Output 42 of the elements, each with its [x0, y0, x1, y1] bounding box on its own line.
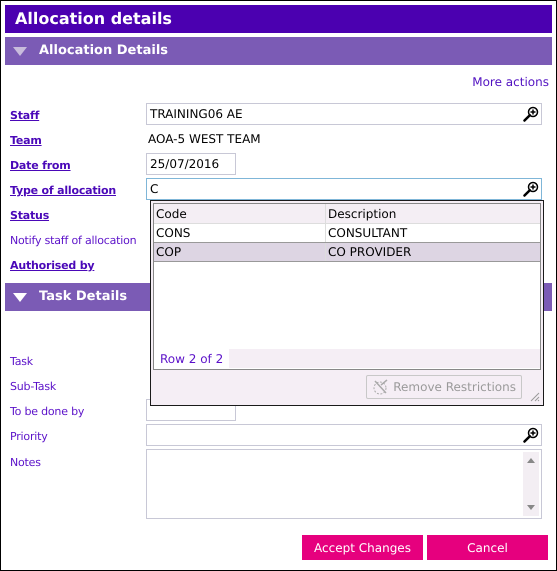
section-header[interactable]: Allocation Details — [5, 37, 552, 65]
field-label: To be done by — [10, 405, 84, 418]
notes-field[interactable] — [146, 449, 542, 519]
title-bar: Allocation details — [5, 5, 552, 33]
field-label[interactable]: Date from — [10, 159, 71, 172]
no-filter-icon — [372, 378, 390, 394]
field-label: Sub-Task — [10, 380, 56, 393]
table-row[interactable]: COP CO PROVIDER — [154, 243, 540, 262]
table-cell: COP — [154, 243, 326, 261]
field-label[interactable]: Team — [10, 134, 42, 147]
lookup-field[interactable]: TRAINING06 AE — [146, 103, 542, 125]
scroll-up-icon[interactable] — [527, 458, 535, 463]
table-cell: CONS — [154, 224, 326, 242]
more-actions-link[interactable]: More actions — [472, 73, 549, 91]
field-label: Notify staff of allocation — [10, 234, 136, 247]
search-icon[interactable] — [523, 427, 539, 443]
resize-grip-icon[interactable] — [528, 390, 540, 402]
field-label[interactable]: Staff — [10, 109, 40, 122]
search-icon[interactable] — [523, 181, 539, 197]
table-cell-text: CONSULTANT — [327, 225, 408, 242]
accept-button[interactable]: Accept Changes — [302, 535, 423, 560]
field-label[interactable]: Authorised by — [10, 259, 94, 272]
scrollbar[interactable] — [523, 452, 539, 516]
row-count: Row 2 of 2 — [154, 349, 229, 368]
field-label[interactable]: Type of allocation — [10, 184, 116, 197]
table-row[interactable]: CONS CONSULTANT — [154, 224, 540, 243]
field-label[interactable]: Status — [10, 209, 50, 222]
field-label: Task — [10, 355, 33, 368]
triangle-icon — [13, 292, 27, 302]
triangle-icon — [13, 46, 27, 56]
field-label: Priority — [10, 430, 48, 443]
field-value: AOA-5 WEST TEAM — [147, 131, 261, 148]
search-icon[interactable] — [523, 106, 539, 122]
scroll-down-icon[interactable] — [527, 505, 535, 510]
lookup-field[interactable]: C — [146, 178, 542, 200]
table-cell-text: CO PROVIDER — [327, 244, 412, 261]
cancel-button[interactable]: Cancel — [427, 535, 548, 560]
column-header[interactable]: Code — [154, 204, 326, 223]
date-field[interactable]: 25/07/2016 — [146, 153, 236, 175]
column-header[interactable]: Description — [326, 204, 540, 223]
lookup-field[interactable] — [146, 424, 542, 446]
field-label: Notes — [10, 456, 41, 469]
